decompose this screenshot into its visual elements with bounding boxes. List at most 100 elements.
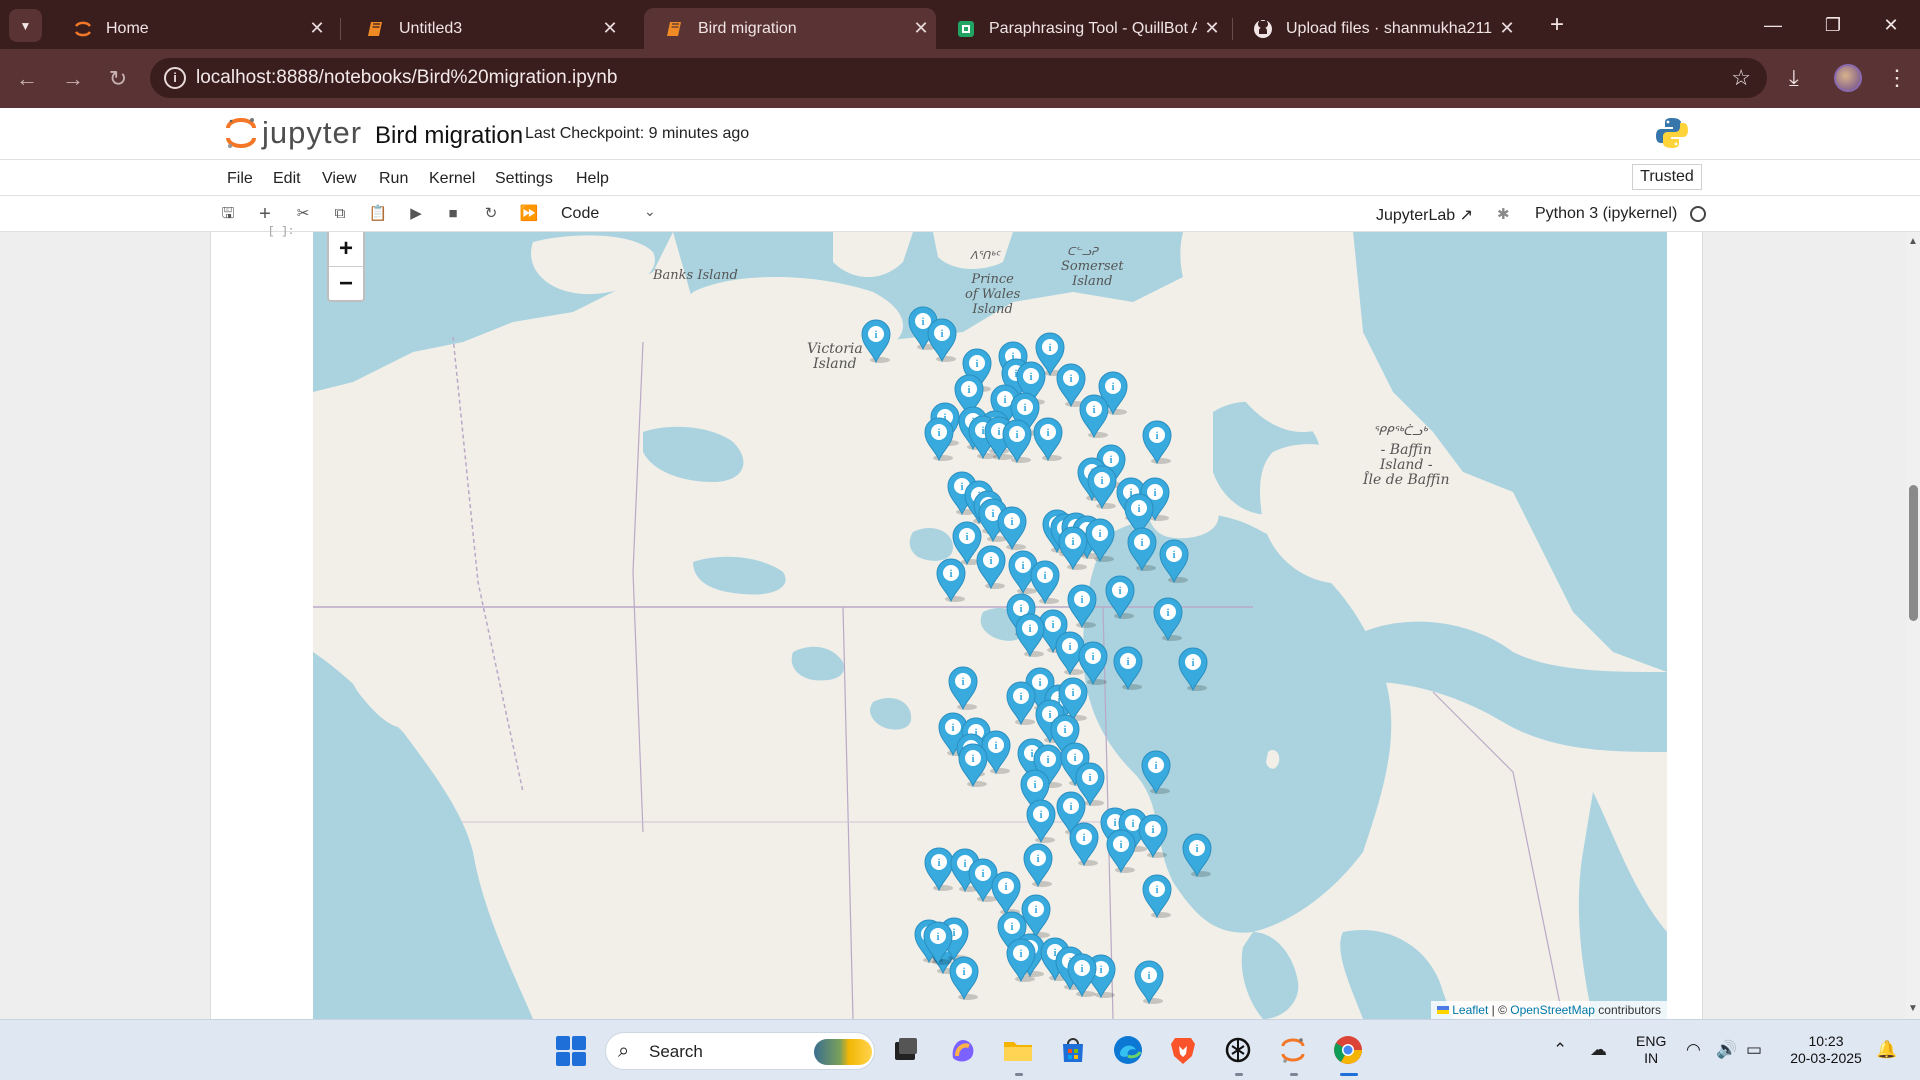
microsoft-store-icon[interactable] — [1057, 1034, 1089, 1066]
scrollbar-thumb[interactable] — [1909, 485, 1918, 621]
kernel-name[interactable]: Python 3 (ipykernel) — [1535, 205, 1677, 223]
tab-quillbot[interactable]: Paraphrasing Tool - QuillBot AI ✕ — [935, 8, 1227, 49]
windows-start-icon[interactable] — [556, 1036, 586, 1066]
map-marker-info-icon[interactable]: i — [921, 414, 957, 462]
map-marker-info-icon[interactable]: i — [1110, 643, 1146, 691]
map-marker-info-icon[interactable]: i — [1139, 417, 1175, 465]
menu-run[interactable]: Run — [379, 170, 408, 188]
cell-type-select[interactable]: Code — [561, 205, 599, 223]
window-close-icon[interactable]: ✕ — [1876, 10, 1906, 40]
copilot-icon[interactable] — [947, 1034, 979, 1066]
download-icon[interactable]: ⤓ — [1789, 65, 1799, 91]
map-marker-info-icon[interactable]: i — [1150, 594, 1186, 642]
more-menu-icon[interactable]: ⋮ — [1886, 65, 1908, 91]
map-marker-info-icon[interactable]: i — [1179, 830, 1215, 878]
menu-settings[interactable]: Settings — [495, 170, 553, 188]
map-marker-info-icon[interactable]: i — [1138, 747, 1174, 795]
menu-view[interactable]: View — [322, 170, 356, 188]
stop-icon[interactable]: ■ — [443, 204, 463, 224]
menu-help[interactable]: Help — [576, 170, 609, 188]
close-icon[interactable]: ✕ — [1492, 18, 1522, 39]
restore-icon[interactable]: ❐ — [1818, 10, 1848, 40]
map-marker-info-icon[interactable]: i — [933, 555, 969, 603]
map-marker-info-icon[interactable]: i — [973, 542, 1009, 590]
scroll-down-icon[interactable]: ▼ — [1906, 1003, 1920, 1017]
scroll-up-icon[interactable]: ▲ — [1906, 236, 1920, 250]
jupyter-taskbar-icon[interactable] — [1277, 1034, 1309, 1066]
map-marker-info-icon[interactable]: i — [1076, 391, 1112, 439]
scrollbar-track[interactable] — [1906, 232, 1920, 1019]
edge-icon[interactable] — [1112, 1034, 1144, 1066]
jupyter-logo-icon[interactable] — [224, 116, 258, 150]
zoom-out-button[interactable]: − — [329, 266, 363, 300]
copy-icon[interactable]: ⧉ — [330, 204, 350, 224]
chatgpt-icon[interactable] — [1222, 1034, 1254, 1066]
run-icon[interactable]: ▶ — [406, 204, 426, 224]
taskbar-search[interactable]: ⌕ Search — [605, 1032, 875, 1070]
save-icon[interactable]: 🖫 — [218, 204, 238, 224]
close-icon[interactable]: ✕ — [906, 18, 936, 39]
close-icon[interactable]: ✕ — [595, 18, 625, 39]
url-input[interactable]: i localhost:8888/notebooks/Bird%20migrat… — [150, 58, 1767, 98]
map-marker-info-icon[interactable]: i — [1103, 826, 1139, 874]
map-marker-info-icon[interactable]: i — [1175, 644, 1211, 692]
menu-kernel[interactable]: Kernel — [429, 170, 475, 188]
close-icon[interactable]: ✕ — [1197, 18, 1227, 39]
tab-bird-migration[interactable]: Bird migration ✕ — [644, 8, 936, 49]
wifi-icon[interactable]: ◠ — [1686, 1040, 1701, 1060]
task-view-icon[interactable] — [890, 1034, 922, 1066]
map-marker-info-icon[interactable]: i — [945, 663, 981, 711]
close-icon[interactable]: ✕ — [302, 18, 332, 39]
forward-icon[interactable]: → — [58, 64, 88, 94]
trusted-indicator[interactable]: Trusted — [1632, 164, 1702, 190]
profile-avatar[interactable] — [1834, 64, 1862, 92]
restart-icon[interactable]: ↻ — [481, 204, 501, 224]
chevron-down-icon[interactable]: ⌄ — [644, 203, 656, 220]
jupyterlab-link[interactable]: JupyterLab ↗ — [1376, 205, 1473, 225]
map-marker-info-icon[interactable]: i — [1131, 957, 1167, 1005]
leaflet-map[interactable]: + − Banks Island ᐱᕐᑎᒃᑦ Prince of Wales I… — [313, 232, 1667, 1019]
map-marker-info-icon[interactable]: i — [1003, 935, 1039, 983]
file-explorer-icon[interactable] — [1002, 1034, 1034, 1066]
map-marker-info-icon[interactable]: i — [1124, 524, 1160, 572]
fast-forward-icon[interactable]: ⏩ — [519, 204, 539, 224]
map-marker-info-icon[interactable]: i — [946, 953, 982, 1001]
volume-icon[interactable]: 🔊 — [1716, 1040, 1737, 1060]
chrome-icon[interactable] — [1332, 1034, 1364, 1066]
tab-github[interactable]: Upload files · shanmukha2118/ ✕ — [1232, 8, 1522, 49]
map-marker-info-icon[interactable]: i — [1135, 811, 1171, 859]
tab-untitled3[interactable]: Untitled3 ✕ — [345, 8, 625, 49]
chevron-up-icon[interactable]: ⌃ — [1553, 1040, 1567, 1060]
zoom-in-button[interactable]: + — [329, 232, 363, 266]
brave-icon[interactable] — [1167, 1034, 1199, 1066]
gear-icon[interactable]: ✱ — [1497, 205, 1510, 223]
map-marker-info-icon[interactable]: i — [1020, 840, 1056, 888]
tab-search-button[interactable]: ▼ — [9, 9, 42, 42]
osm-link[interactable]: OpenStreetMap — [1510, 1003, 1595, 1017]
back-icon[interactable]: ← — [12, 64, 42, 94]
map-marker-info-icon[interactable]: i — [1156, 536, 1192, 584]
map-marker-info-icon[interactable]: i — [1012, 610, 1048, 658]
cut-icon[interactable]: ✂ — [293, 204, 313, 224]
map-marker-info-icon[interactable]: i — [1023, 796, 1059, 844]
map-marker-info-icon[interactable]: i — [1139, 871, 1175, 919]
map-marker-info-icon[interactable]: i — [1082, 515, 1118, 563]
reload-icon[interactable]: ↻ — [103, 64, 133, 94]
bookmark-star-icon[interactable]: ☆ — [1731, 65, 1751, 91]
notification-icon[interactable]: 🔔 — [1876, 1040, 1897, 1060]
menu-file[interactable]: File — [227, 170, 253, 188]
paste-icon[interactable]: 📋 — [368, 204, 388, 224]
map-marker-info-icon[interactable]: i — [924, 315, 960, 363]
battery-icon[interactable]: ▭ — [1746, 1040, 1762, 1060]
leaflet-link[interactable]: Leaflet — [1452, 1003, 1488, 1017]
map-marker-info-icon[interactable]: i — [1030, 414, 1066, 462]
notebook-title[interactable]: Bird migration — [375, 122, 523, 150]
map-marker-info-icon[interactable]: i — [858, 316, 894, 364]
tab-home[interactable]: Home ✕ — [52, 8, 332, 49]
clock[interactable]: 10:23 20-03-2025 — [1786, 1033, 1866, 1067]
add-cell-icon[interactable]: + — [255, 204, 275, 224]
map-marker-info-icon[interactable]: i — [1064, 950, 1100, 998]
minimize-icon[interactable]: — — [1758, 10, 1788, 40]
onedrive-icon[interactable]: ☁ — [1590, 1040, 1607, 1060]
map-marker-info-icon[interactable]: i — [955, 740, 991, 788]
